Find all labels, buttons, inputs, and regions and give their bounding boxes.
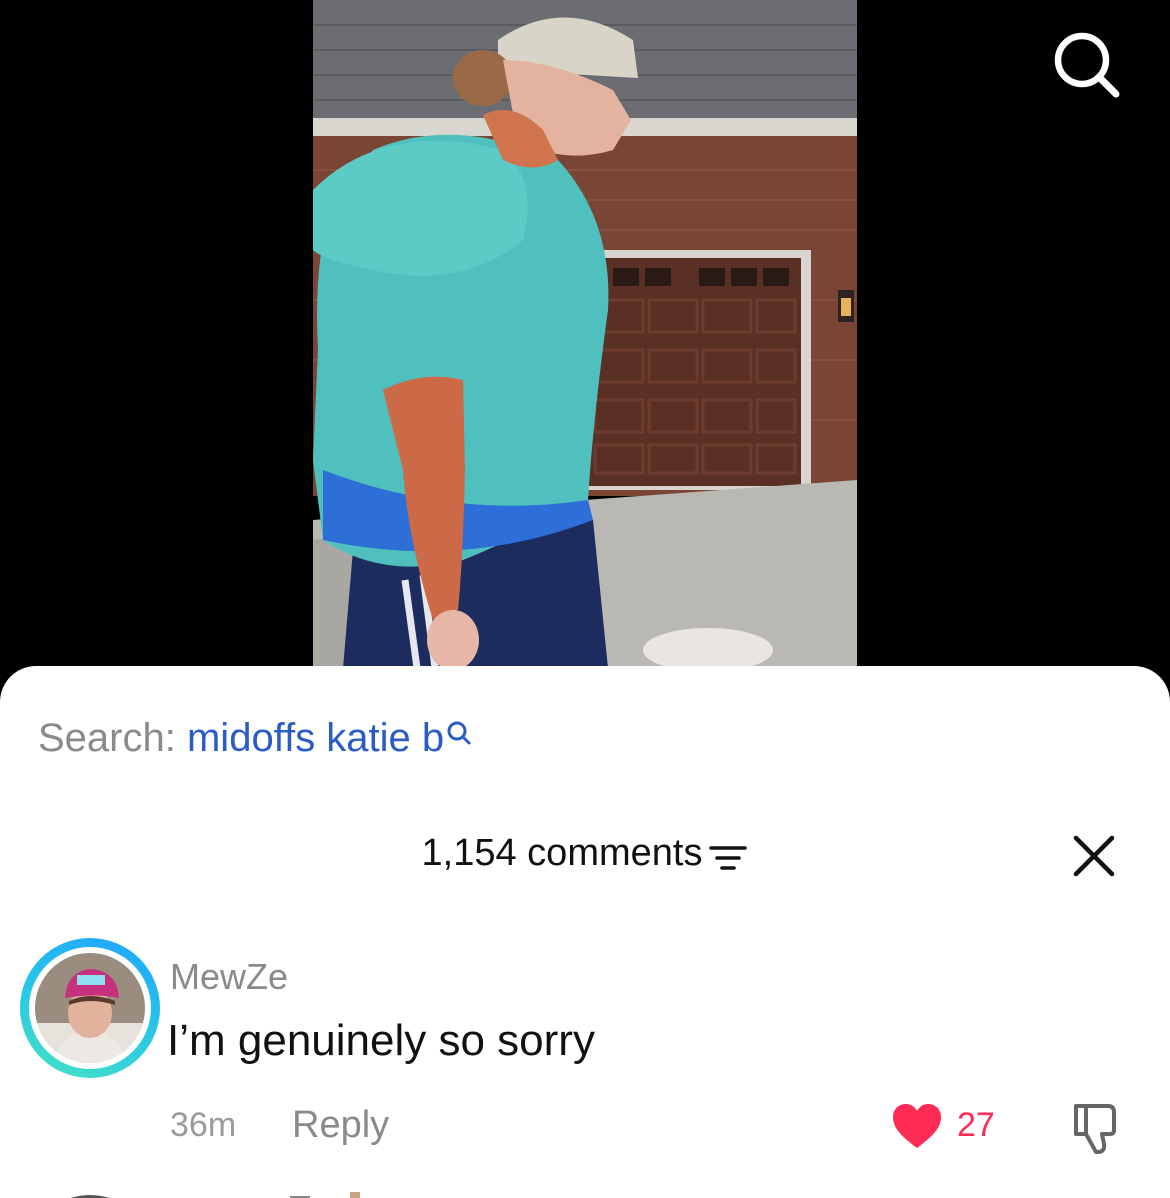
- next-comment-peek: [70, 1192, 360, 1198]
- comments-count: 1,154 comments: [421, 832, 703, 874]
- video-player[interactable]: [0, 0, 1170, 700]
- avatar-story-ring[interactable]: [20, 938, 160, 1078]
- comment-item: MewZe I’m genuinely so sorry 36m Reply 2…: [0, 936, 1170, 1166]
- search-suggestion[interactable]: Search: midoffs katie b: [38, 716, 472, 761]
- comments-header: 1,154 comments: [0, 832, 1170, 875]
- comment-username[interactable]: MewZe: [170, 956, 288, 998]
- search-suggestion-query[interactable]: midoffs katie b: [187, 716, 444, 760]
- comment-text: I’m genuinely so sorry: [167, 1016, 595, 1065]
- heart-icon[interactable]: [891, 1102, 943, 1150]
- video-frame-image: [313, 0, 857, 668]
- like-count: 27: [957, 1106, 995, 1144]
- reply-button[interactable]: Reply: [292, 1104, 389, 1147]
- comments-sheet: Search: midoffs katie b 1,154 comments M…: [0, 666, 1170, 1198]
- avatar-frame: [29, 947, 151, 1069]
- thumbs-down-icon[interactable]: [1068, 1100, 1124, 1156]
- video-frame[interactable]: [313, 0, 857, 668]
- avatar-image: [35, 953, 145, 1063]
- filter-icon[interactable]: [708, 842, 748, 874]
- search-icon[interactable]: [1052, 30, 1124, 102]
- avatar[interactable]: [35, 953, 145, 1063]
- comment-timestamp: 36m: [170, 1106, 237, 1144]
- search-icon: [447, 721, 471, 745]
- close-icon[interactable]: [1068, 830, 1120, 882]
- search-suggestion-prefix: Search:: [38, 716, 176, 760]
